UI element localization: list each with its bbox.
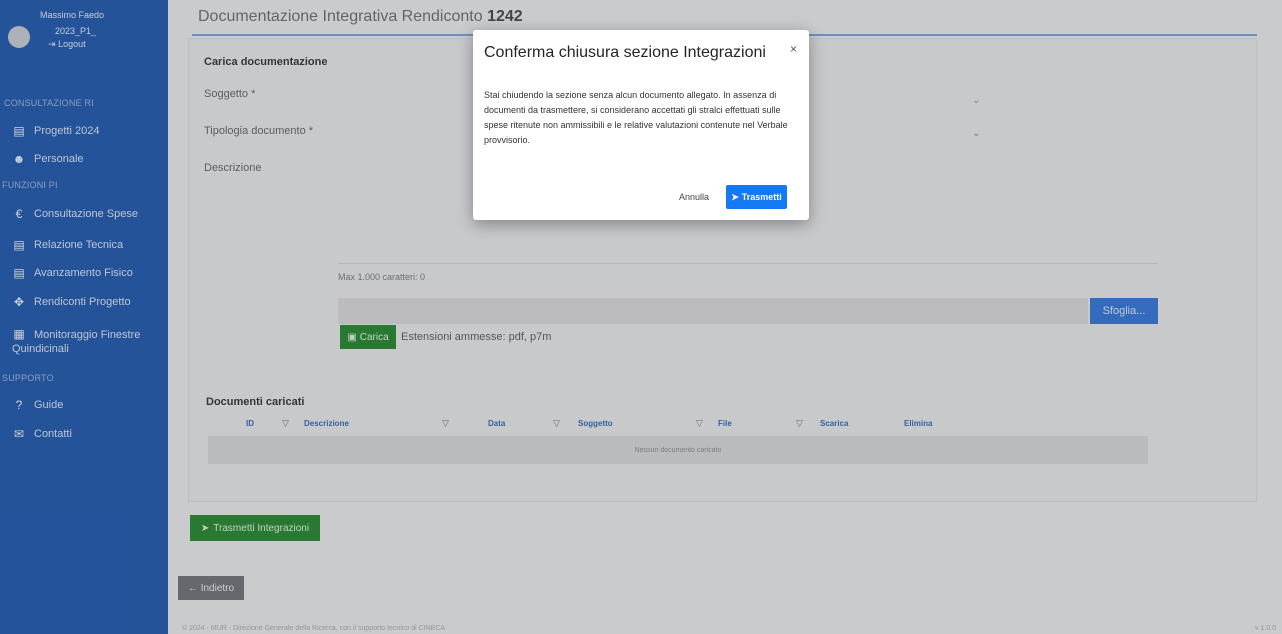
modal-title: Conferma chiusura sezione Integrazioni xyxy=(484,44,766,61)
cancel-button[interactable]: Annulla xyxy=(669,186,719,208)
modal-body-text: Stai chiudendo la sezione senza alcun do… xyxy=(484,90,788,145)
confirm-send-button[interactable]: ➤ Trasmetti xyxy=(726,185,787,209)
send-icon: ➤ xyxy=(731,191,739,202)
close-icon[interactable]: × xyxy=(790,42,797,56)
confirm-send-label: Trasmetti xyxy=(741,192,782,202)
confirm-modal: Conferma chiusura sezione Integrazioni ×… xyxy=(473,30,809,220)
